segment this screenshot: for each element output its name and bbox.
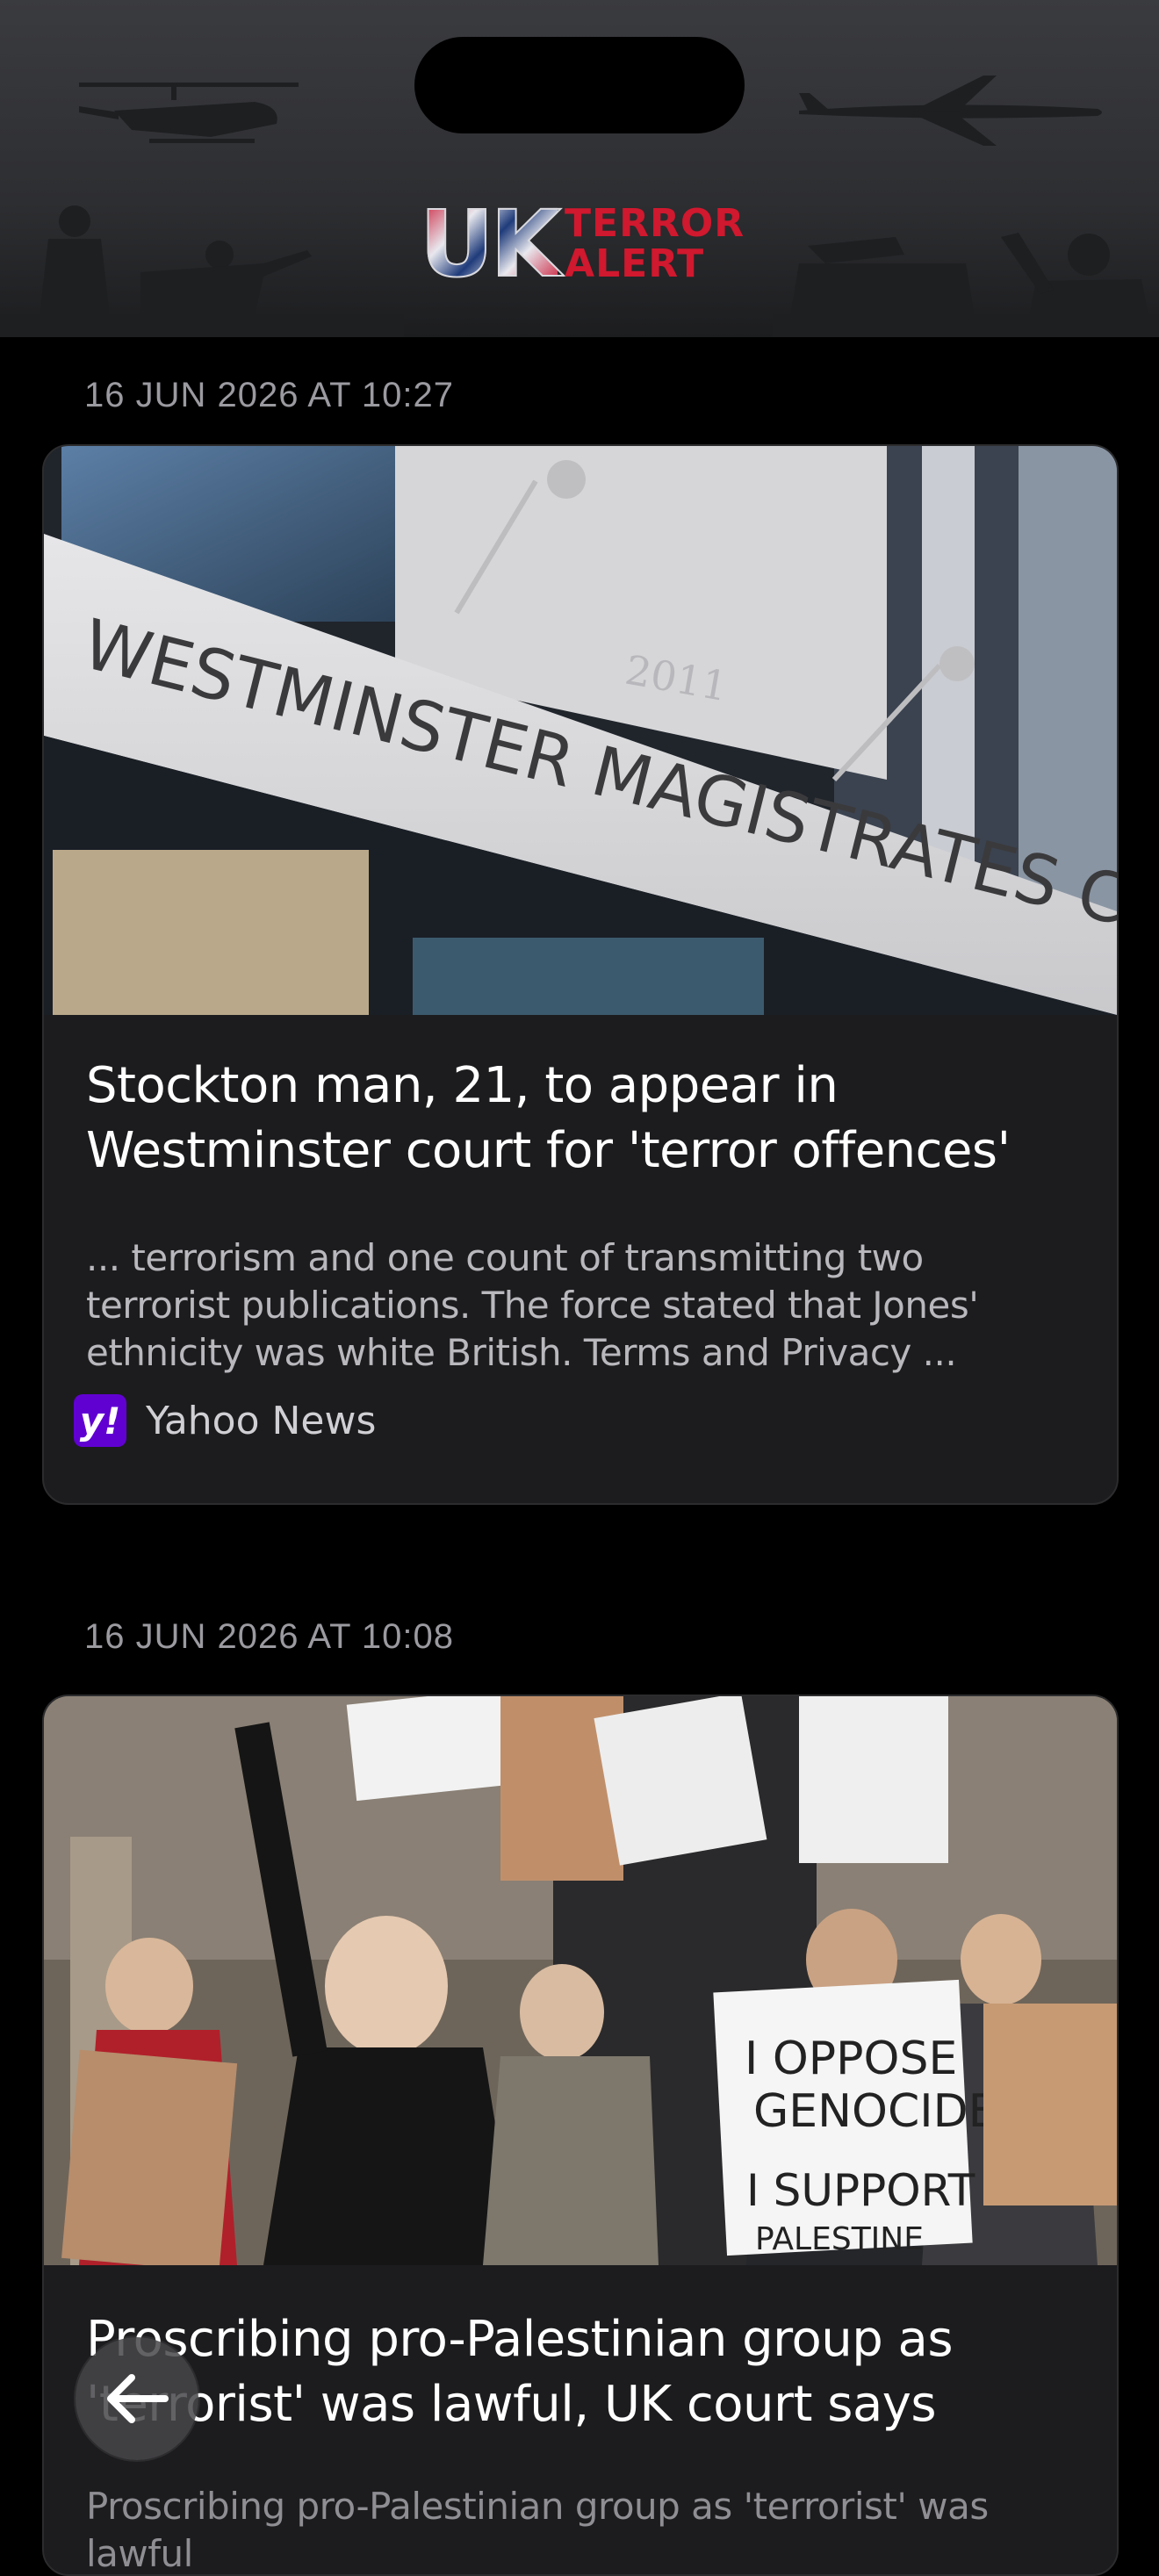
airplane-silhouette — [799, 76, 1102, 146]
article-source[interactable]: y! Yahoo News — [74, 1394, 376, 1447]
arrow-left-icon — [107, 2374, 169, 2423]
dynamic-island — [414, 37, 745, 133]
protest-image: I OPPOSE GENOCIDE I SUPPORT PALESTINE — [44, 1696, 1117, 2265]
logo-alert-text: ALERT — [565, 241, 705, 286]
app-header: UK TERROR ALERT — [0, 0, 1159, 337]
article-image: I OPPOSE GENOCIDE I SUPPORT PALESTINE — [44, 1696, 1117, 2265]
protest-sign-text-1: I OPPOSE — [745, 2033, 957, 2085]
svg-text:PALESTINE: PALESTINE — [755, 2221, 924, 2257]
article-timestamp: 16 JUN 2026 AT 10:08 — [84, 1617, 455, 1656]
article-card[interactable]: I OPPOSE GENOCIDE I SUPPORT PALESTINE Pr… — [42, 1695, 1119, 2576]
court-building-image: WESTMINSTER MAGISTRATES COURT 2011 — [44, 446, 1117, 1015]
article-title[interactable]: Stockton man, 21, to appear in Westminst… — [86, 1054, 1069, 1184]
article-image: WESTMINSTER MAGISTRATES COURT 2011 — [44, 446, 1117, 1015]
helicopter-silhouette — [79, 83, 299, 143]
logo-words: TERROR ALERT — [565, 204, 745, 284]
article-snippet: ... terrorism and one count of transmitt… — [86, 1236, 979, 1374]
back-button[interactable] — [76, 2337, 198, 2460]
svg-text:GENOCIDE: GENOCIDE — [753, 2085, 997, 2138]
app-logo: UK TERROR ALERT — [419, 191, 745, 298]
protest-sign-text-2: I SUPPORT — [746, 2165, 975, 2216]
logo-uk-text: UK — [419, 191, 562, 298]
article-timestamp: 16 JUN 2026 AT 10:27 — [84, 376, 455, 414]
soldiers-silhouette-right — [773, 233, 1159, 337]
soldiers-silhouette-left — [0, 205, 404, 337]
logo-terror-text: TERROR — [565, 201, 745, 246]
source-name: Yahoo News — [146, 1398, 377, 1443]
article-title[interactable]: Proscribing pro-Palestinian group as 'te… — [86, 2307, 1069, 2437]
article-snippet: Proscribing pro-Palestinian group as 'te… — [86, 2485, 989, 2575]
yahoo-logo-icon: y! — [74, 1394, 126, 1447]
article-card[interactable]: WESTMINSTER MAGISTRATES COURT 2011 Stock… — [42, 444, 1119, 1505]
